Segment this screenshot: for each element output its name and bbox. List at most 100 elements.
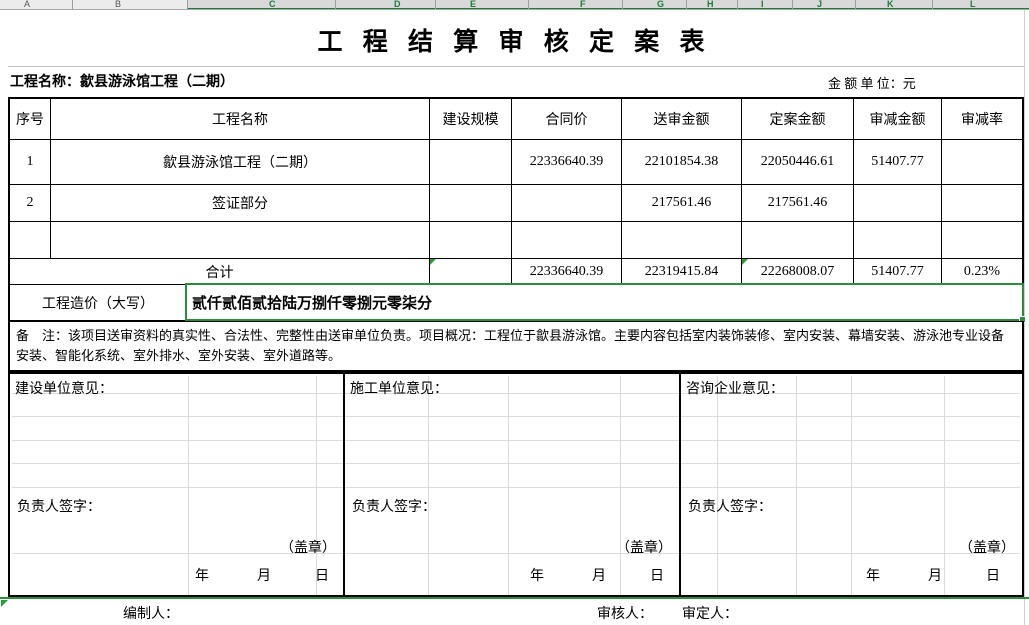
year-label: 年 bbox=[866, 565, 880, 585]
cell-total-contract-price[interactable]: 22336640.39 bbox=[512, 259, 622, 284]
column-header-f[interactable]: F bbox=[580, 0, 586, 9]
opinion-box-contractor-unit[interactable]: 施工单位意见： 负责人签字： （盖章） 年 月 日 bbox=[343, 374, 679, 595]
opinion-box-consulting-firm[interactable]: 咨询企业意见： 负责人签字： （盖章） 年 月 日 bbox=[679, 374, 1022, 595]
cell-row2-submitted-amount[interactable]: 217561.46 bbox=[622, 185, 742, 222]
cell-row1-submitted-amount[interactable]: 22101854.38 bbox=[622, 140, 742, 185]
header-cell-seq[interactable]: 序号 bbox=[10, 99, 51, 140]
column-header-b[interactable]: B bbox=[115, 0, 121, 9]
day-label: 日 bbox=[315, 565, 329, 585]
column-header-d[interactable]: D bbox=[394, 0, 401, 9]
year-label: 年 bbox=[195, 565, 209, 585]
cell-total-reduction-rate[interactable]: 0.23% bbox=[942, 259, 1022, 284]
cell-row3-project-name[interactable] bbox=[51, 222, 430, 259]
cell-total-approved-value: 22268008.07 bbox=[761, 264, 835, 280]
column-header-h[interactable]: H bbox=[707, 0, 714, 9]
year-label: 年 bbox=[530, 565, 544, 585]
cell-row2-contract-price[interactable] bbox=[512, 185, 622, 222]
seal-label: （盖章） bbox=[616, 537, 672, 557]
cell-row1-project-name[interactable]: 歙县游泳馆工程（二期） bbox=[51, 140, 430, 185]
seal-label: （盖章） bbox=[280, 537, 336, 557]
preparer-label[interactable]: 编制人： bbox=[123, 603, 179, 623]
cell-row3-submitted-amount[interactable] bbox=[622, 222, 742, 259]
cell-row1-seq[interactable]: 1 bbox=[10, 140, 51, 185]
cell-flag-icon bbox=[742, 259, 748, 265]
cell-total-label[interactable]: 合计 bbox=[10, 259, 430, 284]
cell-row3-contract-price[interactable] bbox=[512, 222, 622, 259]
sign-label: 负责人签字： bbox=[17, 496, 101, 516]
cell-row1-scale[interactable] bbox=[430, 140, 512, 185]
column-divider bbox=[855, 0, 856, 10]
month-label: 月 bbox=[257, 565, 271, 585]
header-cell-reduced-amount[interactable]: 审减金额 bbox=[854, 99, 942, 140]
cell-total-reduced-amount[interactable]: 51407.77 bbox=[854, 259, 942, 284]
opinion-section: 建设单位意见： 负责人签字： （盖章） 年 月 日 施工单位意见： 负责人签字：… bbox=[8, 372, 1024, 597]
column-header-strip: A B C D E F G H I J K L bbox=[0, 0, 1029, 10]
cell-row3-approved-amount[interactable] bbox=[742, 222, 854, 259]
column-divider bbox=[528, 0, 529, 10]
opinion-title: 施工单位意见： bbox=[350, 378, 448, 398]
cell-row3-seq[interactable] bbox=[10, 222, 51, 259]
project-name-label[interactable]: 工程名称：歙县游泳馆工程（二期） bbox=[10, 71, 234, 91]
cell-row2-reduction-rate[interactable] bbox=[942, 185, 1022, 222]
cell-row2-scale[interactable] bbox=[430, 185, 512, 222]
form-title[interactable]: 工 程 结 算 审 核 定 案 表 bbox=[0, 22, 1029, 58]
approver-label[interactable]: 审定人： bbox=[682, 603, 738, 623]
header-cell-scale[interactable]: 建设规模 bbox=[430, 99, 512, 140]
cell-row3-reduction-rate[interactable] bbox=[942, 222, 1022, 259]
amount-words-label[interactable]: 工程造价（大写） bbox=[8, 284, 187, 321]
seal-label: （盖章） bbox=[959, 537, 1015, 557]
opinion-box-construction-unit[interactable]: 建设单位意见： 负责人签字： （盖章） 年 月 日 bbox=[10, 374, 343, 595]
cell-total-scale[interactable] bbox=[430, 259, 512, 284]
header-cell-project-name[interactable]: 工程名称 bbox=[51, 99, 430, 140]
selected-columns-highlight bbox=[187, 0, 1029, 10]
column-divider bbox=[792, 0, 793, 10]
month-label: 月 bbox=[592, 565, 606, 585]
cell-row2-seq[interactable]: 2 bbox=[10, 185, 51, 222]
opinion-title: 咨询企业意见： bbox=[686, 378, 784, 398]
cell-row2-project-name[interactable]: 签证部分 bbox=[51, 185, 430, 222]
day-label: 日 bbox=[650, 565, 664, 585]
opinion-title: 建设单位意见： bbox=[15, 378, 113, 398]
cell-row1-reduced-amount[interactable]: 51407.77 bbox=[854, 140, 942, 185]
date-line: 年 月 日 bbox=[345, 565, 679, 587]
header-cell-submitted-amount[interactable]: 送审金额 bbox=[622, 99, 742, 140]
cell-flag-icon bbox=[1, 600, 8, 607]
column-header-a[interactable]: A bbox=[24, 0, 30, 9]
header-cell-approved-amount[interactable]: 定案金额 bbox=[742, 99, 854, 140]
remark-cell[interactable]: 备 注：该项目送审资料的真实性、合法性、完整性由送审单位负责。项目概况：工程位于… bbox=[8, 321, 1024, 372]
column-divider bbox=[72, 0, 73, 10]
column-header-e[interactable]: E bbox=[470, 0, 476, 9]
title-divider bbox=[8, 66, 1024, 67]
reviewer-label[interactable]: 审核人： bbox=[597, 603, 653, 623]
cell-row1-contract-price[interactable]: 22336640.39 bbox=[512, 140, 622, 185]
cell-total-submitted-amount[interactable]: 22319415.84 bbox=[622, 259, 742, 284]
day-label: 日 bbox=[986, 565, 1000, 585]
amount-words-cell-selected[interactable]: 贰仟贰佰贰拾陆万捌仟零捌元零柒分 bbox=[185, 283, 1024, 321]
settlement-table: 序号 工程名称 建设规模 合同价 送审金额 定案金额 审减金额 审减率 1 歙县… bbox=[8, 97, 1024, 284]
column-divider bbox=[335, 0, 336, 10]
cell-total-approved-amount[interactable]: 22268008.07 bbox=[742, 259, 854, 284]
column-divider bbox=[737, 0, 738, 10]
cell-row2-approved-amount[interactable]: 217561.46 bbox=[742, 185, 854, 222]
date-line: 年 月 日 bbox=[681, 565, 1022, 587]
header-cell-reduction-rate[interactable]: 审减率 bbox=[942, 99, 1022, 140]
header-cell-contract-price[interactable]: 合同价 bbox=[512, 99, 622, 140]
date-line: 年 月 日 bbox=[10, 565, 343, 587]
column-header-i[interactable]: I bbox=[761, 0, 764, 9]
column-header-l[interactable]: L bbox=[970, 0, 976, 9]
column-divider bbox=[686, 0, 687, 10]
sign-label: 负责人签字： bbox=[352, 496, 436, 516]
amount-words-text: 贰仟贰佰贰拾陆万捌仟零捌元零柒分 bbox=[192, 292, 432, 313]
cell-row3-reduced-amount[interactable] bbox=[854, 222, 942, 259]
cell-row2-reduced-amount[interactable] bbox=[854, 185, 942, 222]
column-header-k[interactable]: K bbox=[887, 0, 894, 9]
cell-row1-approved-amount[interactable]: 22050446.61 bbox=[742, 140, 854, 185]
page-break-line bbox=[0, 597, 1029, 599]
column-header-j[interactable]: J bbox=[817, 0, 822, 9]
amount-unit-label[interactable]: 金 额 单 位：元 bbox=[828, 73, 916, 92]
cell-row1-reduction-rate[interactable] bbox=[942, 140, 1022, 185]
column-divider bbox=[622, 0, 623, 10]
column-header-c[interactable]: C bbox=[269, 0, 276, 9]
column-header-g[interactable]: G bbox=[657, 0, 664, 9]
cell-row3-scale[interactable] bbox=[430, 222, 512, 259]
